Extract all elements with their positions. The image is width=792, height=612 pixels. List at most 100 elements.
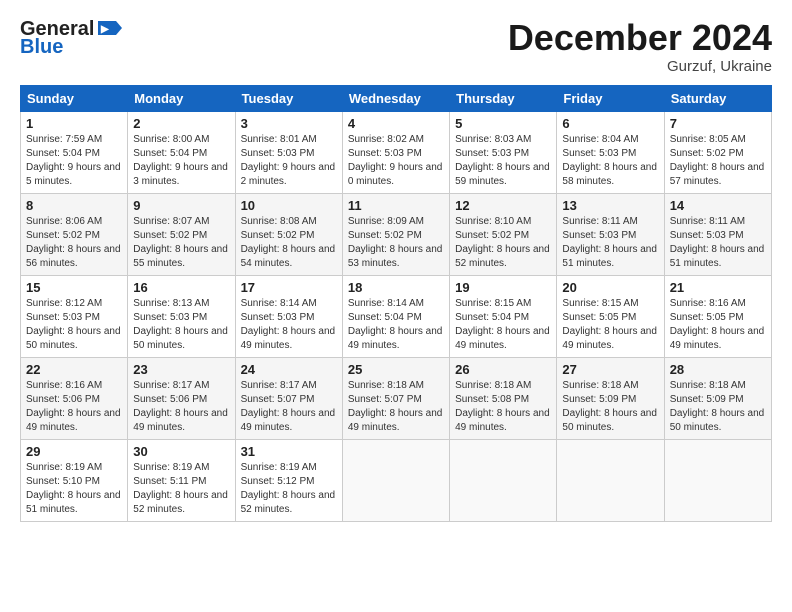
calendar-day-cell: 10Sunrise: 8:08 AMSunset: 5:02 PMDayligh… xyxy=(235,193,342,275)
month-title: December 2024 xyxy=(508,18,772,58)
calendar-day-cell: 17 Sunrise: 8:14 AMSunset: 5:03 PMDayligh… xyxy=(235,275,342,357)
logo: General ▶ Blue xyxy=(20,18,122,57)
calendar-header-monday: Monday xyxy=(128,85,235,111)
day-info: Sunrise: 8:02 AMSunset: 5:03 PMDaylight:… xyxy=(348,133,444,189)
calendar-day-cell: 19 Sunrise: 8:15 AMSunset: 5:04 PMDayligh… xyxy=(450,275,557,357)
calendar-header-thursday: Thursday xyxy=(450,85,557,111)
day-number: 6 xyxy=(562,116,658,131)
calendar-week-row: 1Sunrise: 7:59 AMSunset: 5:04 PMDaylight… xyxy=(21,111,772,193)
title-area: December 2024 Gurzuf, Ukraine xyxy=(508,18,772,75)
day-number: 1 xyxy=(26,116,122,131)
calendar-table: SundayMondayTuesdayWednesdayThursdayFrid… xyxy=(20,85,772,522)
calendar-day-cell: 18Sunrise: 8:14 AMSunset: 5:04 PMDayligh… xyxy=(342,275,449,357)
day-info: Sunrise: 8:19 AMSunset: 5:11 PMDaylight:… xyxy=(133,461,229,517)
day-info: Sunrise: 8:16 AMSunset: 5:06 PMDaylight:… xyxy=(26,379,122,435)
calendar-day-cell: 9 Sunrise: 8:07 AMSunset: 5:02 PMDaylight… xyxy=(128,193,235,275)
day-info: Sunrise: 8:18 AMSunset: 5:09 PMDaylight:… xyxy=(562,379,658,435)
day-info: Sunrise: 8:07 AMSunset: 5:02 PMDaylight:… xyxy=(133,215,229,271)
calendar-day-cell: 6 Sunrise: 8:04 AMSunset: 5:03 PMDaylight… xyxy=(557,111,664,193)
day-info: Sunrise: 8:18 AMSunset: 5:09 PMDaylight:… xyxy=(670,379,766,435)
day-number: 29 xyxy=(26,444,122,459)
day-number: 21 xyxy=(670,280,766,295)
day-number: 25 xyxy=(348,362,444,377)
calendar-header-friday: Friday xyxy=(557,85,664,111)
day-info: Sunrise: 8:15 AMSunset: 5:05 PMDaylight:… xyxy=(562,297,658,353)
day-number: 4 xyxy=(348,116,444,131)
day-number: 10 xyxy=(241,198,337,213)
day-info: Sunrise: 8:11 AMSunset: 5:03 PMDaylight:… xyxy=(562,215,658,271)
day-number: 7 xyxy=(670,116,766,131)
calendar-day-cell: 20Sunrise: 8:15 AMSunset: 5:05 PMDayligh… xyxy=(557,275,664,357)
day-info: Sunrise: 8:05 AMSunset: 5:02 PMDaylight:… xyxy=(670,133,766,189)
calendar-day-cell: 7 Sunrise: 8:05 AMSunset: 5:02 PMDaylight… xyxy=(664,111,771,193)
day-info: Sunrise: 8:18 AMSunset: 5:08 PMDaylight:… xyxy=(455,379,551,435)
day-number: 14 xyxy=(670,198,766,213)
subtitle: Gurzuf, Ukraine xyxy=(508,58,772,75)
calendar-day-cell: 12Sunrise: 8:10 AMSunset: 5:02 PMDayligh… xyxy=(450,193,557,275)
day-number: 2 xyxy=(133,116,229,131)
calendar-day-cell: 26 Sunrise: 8:18 AMSunset: 5:08 PMDayligh… xyxy=(450,357,557,439)
day-number: 27 xyxy=(562,362,658,377)
calendar-day-cell: 16 Sunrise: 8:13 AMSunset: 5:03 PMDayligh… xyxy=(128,275,235,357)
day-info: Sunrise: 8:17 AMSunset: 5:07 PMDaylight:… xyxy=(241,379,337,435)
day-number: 3 xyxy=(241,116,337,131)
calendar-week-row: 8 Sunrise: 8:06 AMSunset: 5:02 PMDaylight… xyxy=(21,193,772,275)
day-info: Sunrise: 8:16 AMSunset: 5:05 PMDaylight:… xyxy=(670,297,766,353)
calendar-header-wednesday: Wednesday xyxy=(342,85,449,111)
day-info: Sunrise: 8:12 AMSunset: 5:03 PMDaylight:… xyxy=(26,297,122,353)
calendar-day-cell: 27 Sunrise: 8:18 AMSunset: 5:09 PMDayligh… xyxy=(557,357,664,439)
day-info: Sunrise: 8:17 AMSunset: 5:06 PMDaylight:… xyxy=(133,379,229,435)
day-number: 30 xyxy=(133,444,229,459)
calendar-day-cell: 24 Sunrise: 8:17 AMSunset: 5:07 PMDayligh… xyxy=(235,357,342,439)
day-number: 5 xyxy=(455,116,551,131)
day-number: 13 xyxy=(562,198,658,213)
day-info: Sunrise: 8:18 AMSunset: 5:07 PMDaylight:… xyxy=(348,379,444,435)
logo-blue-text: Blue xyxy=(20,37,63,57)
calendar-week-row: 22Sunrise: 8:16 AMSunset: 5:06 PMDayligh… xyxy=(21,357,772,439)
calendar-day-cell: 8 Sunrise: 8:06 AMSunset: 5:02 PMDaylight… xyxy=(21,193,128,275)
day-info: Sunrise: 8:00 AMSunset: 5:04 PMDaylight:… xyxy=(133,133,229,189)
day-number: 12 xyxy=(455,198,551,213)
day-info: Sunrise: 8:11 AMSunset: 5:03 PMDaylight:… xyxy=(670,215,766,271)
calendar-day-cell: 14 Sunrise: 8:11 AMSunset: 5:03 PMDayligh… xyxy=(664,193,771,275)
calendar-day-cell xyxy=(664,439,771,521)
day-number: 24 xyxy=(241,362,337,377)
logo-flag-icon: ▶ xyxy=(96,19,122,37)
calendar-week-row: 15 Sunrise: 8:12 AMSunset: 5:03 PMDayligh… xyxy=(21,275,772,357)
day-info: Sunrise: 8:19 AMSunset: 5:12 PMDaylight:… xyxy=(241,461,337,517)
calendar-day-cell: 22Sunrise: 8:16 AMSunset: 5:06 PMDayligh… xyxy=(21,357,128,439)
calendar-header-saturday: Saturday xyxy=(664,85,771,111)
day-number: 23 xyxy=(133,362,229,377)
calendar-day-cell: 5Sunrise: 8:03 AMSunset: 5:03 PMDaylight… xyxy=(450,111,557,193)
day-number: 26 xyxy=(455,362,551,377)
day-number: 31 xyxy=(241,444,337,459)
day-info: Sunrise: 8:09 AMSunset: 5:02 PMDaylight:… xyxy=(348,215,444,271)
day-info: Sunrise: 8:01 AMSunset: 5:03 PMDaylight:… xyxy=(241,133,337,189)
day-number: 17 xyxy=(241,280,337,295)
calendar-day-cell: 4 Sunrise: 8:02 AMSunset: 5:03 PMDaylight… xyxy=(342,111,449,193)
calendar-day-cell: 23 Sunrise: 8:17 AMSunset: 5:06 PMDayligh… xyxy=(128,357,235,439)
day-number: 8 xyxy=(26,198,122,213)
day-number: 15 xyxy=(26,280,122,295)
calendar-day-cell: 21 Sunrise: 8:16 AMSunset: 5:05 PMDayligh… xyxy=(664,275,771,357)
day-info: Sunrise: 8:04 AMSunset: 5:03 PMDaylight:… xyxy=(562,133,658,189)
svg-text:▶: ▶ xyxy=(100,24,110,35)
calendar-day-cell: 11Sunrise: 8:09 AMSunset: 5:02 PMDayligh… xyxy=(342,193,449,275)
calendar-day-cell: 3 Sunrise: 8:01 AMSunset: 5:03 PMDaylight… xyxy=(235,111,342,193)
day-info: Sunrise: 8:06 AMSunset: 5:02 PMDaylight:… xyxy=(26,215,122,271)
day-number: 9 xyxy=(133,198,229,213)
day-number: 16 xyxy=(133,280,229,295)
day-number: 19 xyxy=(455,280,551,295)
calendar-day-cell xyxy=(450,439,557,521)
calendar-week-row: 29Sunrise: 8:19 AMSunset: 5:10 PMDayligh… xyxy=(21,439,772,521)
day-info: Sunrise: 8:13 AMSunset: 5:03 PMDaylight:… xyxy=(133,297,229,353)
calendar-day-cell: 2 Sunrise: 8:00 AMSunset: 5:04 PMDaylight… xyxy=(128,111,235,193)
calendar-day-cell: 15 Sunrise: 8:12 AMSunset: 5:03 PMDayligh… xyxy=(21,275,128,357)
day-info: Sunrise: 8:14 AMSunset: 5:03 PMDaylight:… xyxy=(241,297,337,353)
page: General ▶ Blue December 2024 Gurzuf, Ukr… xyxy=(0,0,792,612)
calendar-day-cell: 1Sunrise: 7:59 AMSunset: 5:04 PMDaylight… xyxy=(21,111,128,193)
calendar-day-cell: 29Sunrise: 8:19 AMSunset: 5:10 PMDayligh… xyxy=(21,439,128,521)
calendar-header-sunday: Sunday xyxy=(21,85,128,111)
header: General ▶ Blue December 2024 Gurzuf, Ukr… xyxy=(20,18,772,75)
day-info: Sunrise: 8:15 AMSunset: 5:04 PMDaylight:… xyxy=(455,297,551,353)
